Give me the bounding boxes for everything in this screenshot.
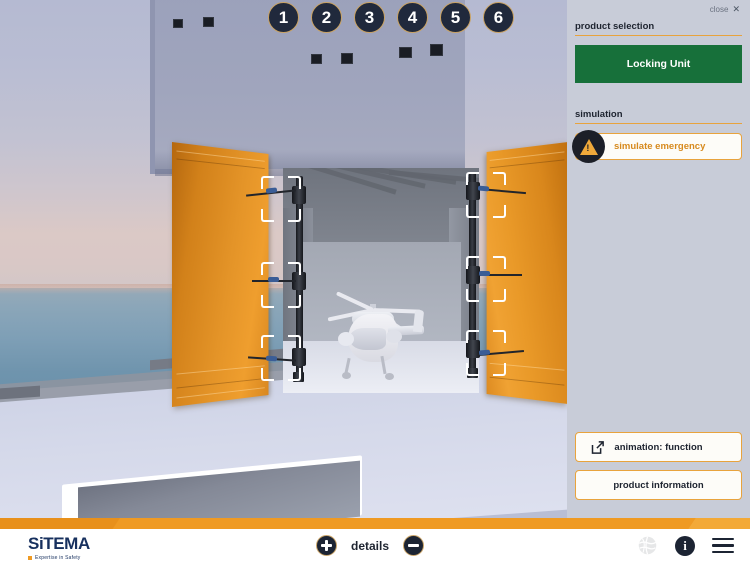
external-link-icon bbox=[591, 440, 604, 454]
product-information-button[interactable]: product information bbox=[575, 470, 742, 500]
locking-foot-right bbox=[467, 368, 478, 378]
rotor-blade bbox=[335, 291, 374, 312]
step-button-3[interactable]: 3 bbox=[354, 2, 385, 33]
logo-dot-icon bbox=[28, 556, 32, 560]
hamburger-menu-icon[interactable] bbox=[712, 537, 734, 554]
minus-circle-icon[interactable] bbox=[403, 535, 425, 556]
window bbox=[341, 53, 353, 64]
window bbox=[399, 47, 412, 58]
sponson-right bbox=[386, 330, 402, 343]
sidebar-action-buttons: animation: function product information bbox=[575, 424, 742, 500]
step-button-1[interactable]: 1 bbox=[268, 2, 299, 33]
locking-arm-tip-right-3 bbox=[478, 349, 491, 356]
scene-viewport[interactable]: 1 2 3 4 5 6 bbox=[0, 0, 567, 518]
simulate-emergency-button[interactable]: simulate emergency bbox=[572, 130, 742, 163]
close-icon: ✕ bbox=[732, 3, 740, 14]
wheel bbox=[342, 372, 351, 379]
window bbox=[203, 17, 214, 27]
locking-arm-tip-right-1 bbox=[477, 185, 490, 192]
cockpit bbox=[350, 328, 386, 350]
window bbox=[173, 19, 183, 28]
locking-foot-left bbox=[293, 372, 304, 382]
simulation-heading: simulation bbox=[575, 109, 742, 124]
product-information-label: product information bbox=[613, 479, 704, 491]
plus-circle-icon[interactable] bbox=[316, 535, 337, 556]
logo-tagline-row: Expertise in Safety bbox=[28, 555, 90, 561]
locking-arm-tip-right-2 bbox=[479, 271, 490, 276]
step-label: 3 bbox=[364, 8, 375, 27]
sitema-logo[interactable]: SiTEMA Expertise in Safety bbox=[28, 534, 90, 561]
helicopter bbox=[327, 282, 430, 392]
close-button[interactable]: close ✕ bbox=[575, 0, 742, 18]
wheel bbox=[385, 373, 394, 380]
step-label: 6 bbox=[493, 8, 504, 27]
step-navigation[interactable]: 1 2 3 4 5 6 bbox=[268, 2, 514, 33]
step-label: 4 bbox=[407, 8, 418, 27]
info-icon[interactable]: i bbox=[675, 535, 695, 556]
footer-icon-group: i bbox=[637, 529, 734, 562]
step-button-4[interactable]: 4 bbox=[397, 2, 428, 33]
footer-toolbar: SiTEMA Expertise in Safety details i bbox=[0, 529, 750, 562]
hangar-door-left[interactable] bbox=[172, 142, 269, 407]
product-selection-heading: product selection bbox=[575, 21, 742, 36]
step-button-6[interactable]: 6 bbox=[483, 2, 514, 33]
locking-unit-left-3[interactable] bbox=[292, 348, 306, 366]
step-button-2[interactable]: 2 bbox=[311, 2, 342, 33]
sponson-left bbox=[338, 332, 354, 346]
locking-unit-button[interactable]: Locking Unit bbox=[575, 45, 742, 83]
step-label: 2 bbox=[321, 8, 332, 27]
locking-arm-tip-left-3 bbox=[265, 355, 278, 362]
details-label: details bbox=[351, 538, 390, 553]
locking-unit-right-1[interactable] bbox=[466, 182, 480, 200]
warning-triangle-icon bbox=[572, 130, 605, 163]
application-root: 1 2 3 4 5 6 close ✕ product selection Lo… bbox=[0, 0, 750, 562]
details-controls: details bbox=[316, 529, 425, 562]
step-label: 5 bbox=[450, 8, 461, 27]
step-button-5[interactable]: 5 bbox=[440, 2, 471, 33]
logo-tagline: Expertise in Safety bbox=[35, 555, 81, 561]
globe-icon[interactable] bbox=[637, 535, 658, 556]
accent-bar bbox=[0, 518, 750, 529]
locking-arm-tip-left-2 bbox=[268, 277, 279, 282]
hangar-door-right[interactable] bbox=[486, 142, 567, 404]
animation-function-label: animation: function bbox=[614, 441, 703, 453]
locking-unit-label: Locking Unit bbox=[626, 58, 691, 70]
window bbox=[311, 54, 322, 64]
close-label: close bbox=[709, 4, 729, 14]
simulate-emergency-label: simulate emergency bbox=[614, 141, 706, 152]
logo-text: SiTEMA bbox=[28, 534, 90, 553]
animation-function-button[interactable]: animation: function bbox=[575, 432, 742, 462]
window bbox=[430, 44, 443, 56]
step-label: 1 bbox=[278, 8, 289, 27]
sidebar-panel: close ✕ product selection Locking Unit s… bbox=[567, 0, 750, 518]
